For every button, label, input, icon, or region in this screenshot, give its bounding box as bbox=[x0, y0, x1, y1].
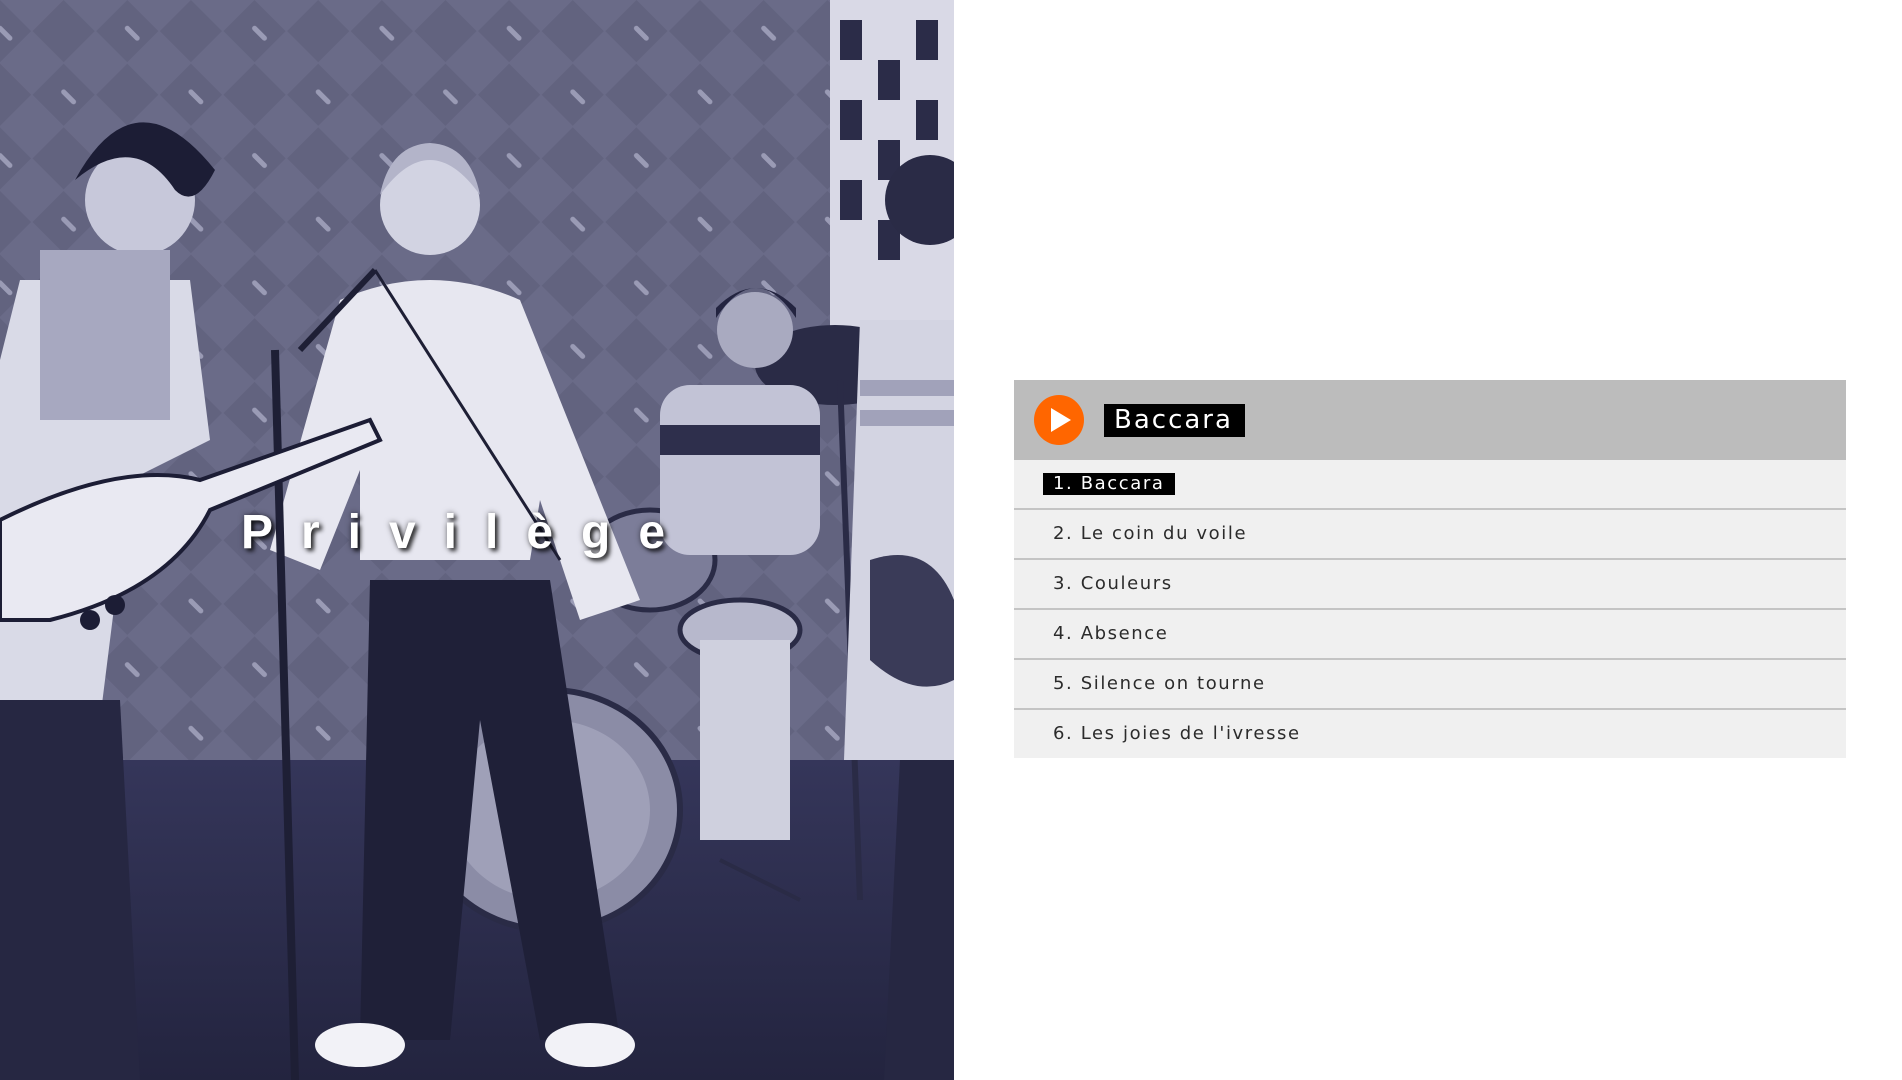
track-item-6[interactable]: 6. Les joies de l'ivresse bbox=[1014, 710, 1846, 758]
track-item-1[interactable]: 1. Baccara bbox=[1014, 460, 1846, 510]
player-header: Baccara bbox=[1014, 380, 1846, 460]
play-button[interactable] bbox=[1034, 395, 1084, 445]
play-icon bbox=[1051, 408, 1071, 432]
track-label: 4. Absence bbox=[1053, 623, 1169, 644]
track-item-3[interactable]: 3. Couleurs bbox=[1014, 560, 1846, 610]
track-label: 6. Les joies de l'ivresse bbox=[1053, 723, 1301, 744]
track-label: 5. Silence on tourne bbox=[1053, 673, 1266, 694]
band-photo-illustration bbox=[0, 0, 954, 1080]
track-label: 3. Couleurs bbox=[1053, 573, 1173, 594]
band-photo: Privilège bbox=[0, 0, 954, 1080]
track-item-4[interactable]: 4. Absence bbox=[1014, 610, 1846, 660]
now-playing-title: Baccara bbox=[1104, 403, 1245, 437]
track-label: 2. Le coin du voile bbox=[1053, 523, 1248, 544]
audio-player: Baccara 1. Baccara 2. Le coin du voile 3… bbox=[1014, 380, 1846, 758]
track-label: 1. Baccara bbox=[1043, 473, 1175, 495]
track-item-2[interactable]: 2. Le coin du voile bbox=[1014, 510, 1846, 560]
page: Privilège Baccara 1. Baccara 2. Le coin … bbox=[0, 0, 1902, 1080]
track-list: 1. Baccara 2. Le coin du voile 3. Couleu… bbox=[1014, 460, 1846, 758]
track-item-5[interactable]: 5. Silence on tourne bbox=[1014, 660, 1846, 710]
